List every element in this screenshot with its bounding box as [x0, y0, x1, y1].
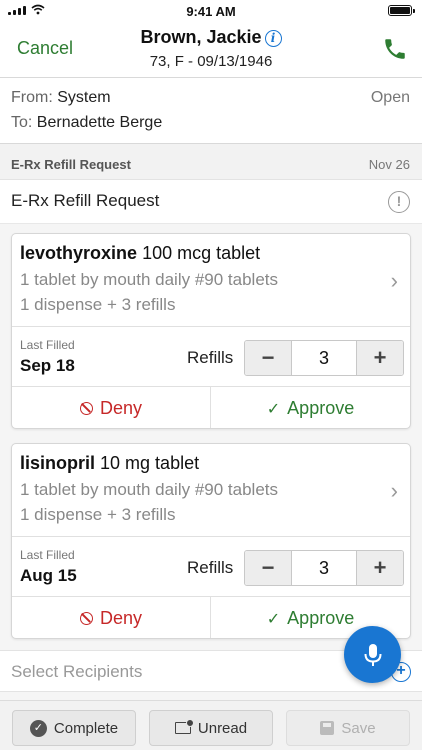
drug-sig: 1 tablet by mouth daily #90 tablets	[20, 480, 278, 499]
refills-stepper: − 3 +	[244, 550, 404, 586]
cellular-signal-icon	[8, 5, 26, 15]
microphone-icon	[364, 643, 381, 666]
refill-row: Last Filled Sep 18 Refills − 3 +	[12, 327, 410, 387]
phone-icon[interactable]	[382, 36, 408, 62]
last-filled-label: Last Filled	[20, 548, 75, 562]
medication-details[interactable]: lisinopril 10 mg tablet 1 tablet by mout…	[12, 444, 410, 537]
refills-value[interactable]: 3	[291, 341, 357, 375]
complete-label: Complete	[53, 719, 119, 737]
save-label: Save	[341, 719, 376, 737]
section-header: E-Rx Refill Request Nov 26	[0, 144, 422, 180]
check-circle-icon: ✓	[29, 719, 47, 737]
to-value: Bernadette Berge	[36, 114, 163, 131]
refills-value[interactable]: 3	[291, 551, 357, 585]
from-row: From: System	[11, 89, 111, 107]
message-meta: From: System To: Bernadette Berge Open	[0, 78, 422, 144]
status-bar: 9:41 AM	[0, 0, 422, 22]
deny-label: Deny	[99, 608, 143, 628]
refills-stepper: − 3 +	[244, 340, 404, 376]
drug-sig: 1 tablet by mouth daily #90 tablets	[20, 270, 278, 289]
approve-button[interactable]: ✓ Approve	[211, 387, 410, 428]
card-actions: Deny ✓ Approve	[12, 387, 410, 428]
increment-button[interactable]: +	[357, 551, 403, 585]
deny-icon	[79, 402, 93, 415]
from-value: System	[57, 89, 111, 106]
save-icon	[320, 721, 335, 735]
check-icon: ✓	[266, 610, 281, 628]
drug-line: lisinopril 10 mg tablet	[20, 453, 199, 474]
drug-dispense: 1 dispense + 3 refills	[20, 295, 176, 314]
card-actions: Deny ✓ Approve	[12, 597, 410, 638]
last-filled-label: Last Filled	[20, 338, 75, 352]
unread-label: Unread	[197, 719, 248, 737]
info-icon[interactable]: i	[264, 30, 282, 47]
medication-details[interactable]: levothyroxine 100 mcg tablet 1 tablet by…	[12, 234, 410, 327]
message-subject-row: E-Rx Refill Request !	[0, 180, 422, 224]
complete-button[interactable]: ✓ Complete	[12, 710, 136, 746]
increment-button[interactable]: +	[357, 341, 403, 375]
approve-label: Approve	[287, 398, 355, 418]
patient-details: 73, F - 09/13/1946	[149, 53, 273, 70]
patient-name-row: Brown, Jackie i	[0, 27, 422, 48]
status-indicators	[8, 4, 45, 15]
status-time: 9:41 AM	[186, 3, 236, 19]
message-status: Open	[370, 89, 410, 106]
nav-header: Cancel Brown, Jackie i 73, F - 09/13/1946	[0, 22, 422, 78]
mail-unread-icon	[174, 719, 194, 734]
patient-name[interactable]: Brown, Jackie	[140, 27, 261, 47]
deny-label: Deny	[99, 398, 143, 418]
footer-toolbar: ✓ Complete Unread Save	[0, 700, 422, 750]
section-title: E-Rx Refill Request	[11, 157, 131, 172]
chevron-right-icon: ›	[390, 268, 398, 293]
drug-name: levothyroxine	[20, 243, 138, 263]
from-label: From:	[11, 89, 53, 106]
approve-label: Approve	[287, 608, 355, 628]
medication-card: levothyroxine 100 mcg tablet 1 tablet by…	[11, 233, 411, 429]
deny-icon	[79, 612, 93, 625]
unread-button[interactable]: Unread	[149, 710, 273, 746]
deny-button[interactable]: Deny	[12, 387, 211, 428]
last-filled-date: Sep 18	[20, 356, 75, 375]
last-filled-date: Aug 15	[20, 566, 77, 585]
drug-name: lisinopril	[20, 453, 96, 473]
refills-label: Refills	[187, 348, 234, 367]
drug-strength: 100 mcg tablet	[142, 243, 261, 263]
dictation-button[interactable]	[344, 626, 401, 683]
to-label: To:	[11, 114, 33, 131]
section-date: Nov 26	[368, 157, 410, 172]
alert-icon[interactable]: !	[388, 191, 410, 213]
drug-line: levothyroxine 100 mcg tablet	[20, 243, 260, 264]
refill-row: Last Filled Aug 15 Refills − 3 +	[12, 537, 410, 597]
to-row: To: Bernadette Berge	[11, 114, 162, 132]
refills-label: Refills	[187, 558, 234, 577]
drug-strength: 10 mg tablet	[100, 453, 200, 473]
message-subject: E-Rx Refill Request	[11, 191, 160, 210]
drug-dispense: 1 dispense + 3 refills	[20, 505, 176, 524]
battery-icon	[388, 5, 415, 16]
medication-card: lisinopril 10 mg tablet 1 tablet by mout…	[11, 443, 411, 639]
decrement-button[interactable]: −	[245, 551, 291, 585]
decrement-button[interactable]: −	[245, 341, 291, 375]
chevron-right-icon: ›	[390, 478, 398, 503]
deny-button[interactable]: Deny	[12, 597, 211, 638]
select-recipients-placeholder: Select Recipients	[11, 662, 143, 681]
wifi-icon	[31, 4, 45, 15]
save-button[interactable]: Save	[286, 710, 410, 746]
check-icon: ✓	[266, 400, 281, 418]
